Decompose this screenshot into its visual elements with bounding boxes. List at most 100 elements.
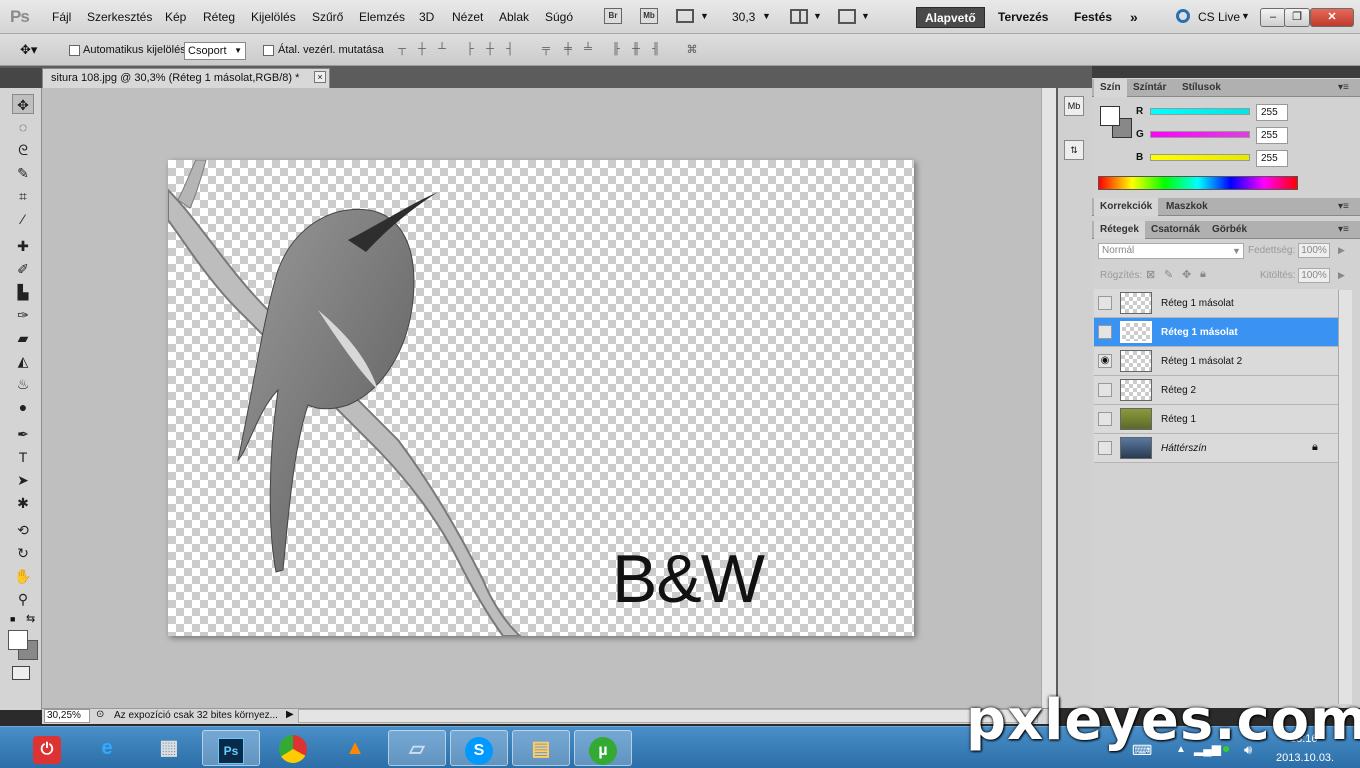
vlc-icon[interactable]: ▲	[326, 730, 384, 766]
tab-styles[interactable]: Stílusok	[1176, 79, 1227, 97]
workspace-design-button[interactable]: Tervezés	[990, 7, 1056, 28]
visibility-toggle[interactable]	[1098, 383, 1112, 397]
lock-transparent-icon[interactable]: ⊠	[1146, 268, 1155, 281]
chevron-down-icon[interactable]: ▼	[762, 11, 771, 21]
menu-window[interactable]: Ablak	[499, 10, 529, 24]
transform-controls-checkbox[interactable]	[263, 45, 274, 56]
opacity-input[interactable]: 100%	[1298, 243, 1330, 258]
align-left-icon[interactable]: ├	[462, 43, 478, 57]
blue-value-input[interactable]: 255	[1256, 150, 1288, 167]
chevron-down-icon[interactable]: ▼	[813, 11, 822, 21]
menu-3d[interactable]: 3D	[419, 10, 434, 24]
type-tool-icon[interactable]: T	[12, 447, 34, 467]
eye-icon[interactable]: ◉	[1098, 354, 1112, 368]
power-icon[interactable]: ⏻	[18, 730, 76, 766]
chevron-down-icon[interactable]: ▼	[1241, 11, 1250, 21]
align-hcenter-icon[interactable]: ┼	[482, 43, 498, 57]
align-bottom-icon[interactable]: ┴	[434, 43, 450, 57]
document-canvas[interactable]: B&W	[168, 160, 914, 636]
marquee-tool-icon[interactable]: ◌	[12, 117, 34, 137]
tab-adjustments[interactable]: Korrekciók	[1094, 198, 1159, 216]
lock-position-icon[interactable]: ✥	[1182, 268, 1191, 281]
panel-menu-icon[interactable]: ▾≡	[1338, 82, 1349, 93]
chevron-down-icon[interactable]: ▼	[700, 11, 709, 21]
menu-file[interactable]: Fájl	[52, 10, 71, 24]
shape-tool-icon[interactable]: ✱	[12, 493, 34, 513]
minimize-button[interactable]: –	[1260, 8, 1286, 27]
chevron-down-icon[interactable]: ▼	[861, 11, 870, 21]
close-document-icon[interactable]: ×	[314, 71, 326, 83]
skype-icon[interactable]: S	[450, 730, 508, 766]
path-select-tool-icon[interactable]: ➤	[12, 470, 34, 490]
cs-live-button[interactable]: CS Live	[1198, 10, 1240, 24]
visibility-toggle[interactable]	[1098, 412, 1112, 426]
move-tool-icon[interactable]: ✥	[12, 94, 34, 114]
clone-stamp-tool-icon[interactable]: ▙	[12, 282, 34, 302]
tab-curves[interactable]: Görbék	[1206, 221, 1253, 239]
panel-menu-icon[interactable]: ▾≡	[1338, 201, 1349, 212]
tab-layers[interactable]: Rétegek	[1094, 221, 1145, 239]
eraser-tool-icon[interactable]: ▰	[12, 328, 34, 348]
history-brush-tool-icon[interactable]: ✑	[12, 305, 34, 325]
clock-date[interactable]: 2013.10.03.	[1276, 752, 1334, 764]
fill-arrow-icon[interactable]: ▶	[1338, 270, 1345, 281]
menu-view[interactable]: Nézet	[452, 10, 483, 24]
lasso-tool-icon[interactable]: ᘓ	[12, 140, 34, 160]
dodge-tool-icon[interactable]: ●	[12, 397, 34, 417]
status-info-icon[interactable]: ⊙	[96, 709, 104, 720]
hand-tool-icon[interactable]: ✋	[12, 566, 34, 586]
minibridge-icon[interactable]: Mb	[640, 8, 658, 24]
red-slider[interactable]	[1150, 108, 1250, 115]
vertical-scrollbar[interactable]	[1041, 88, 1056, 708]
more-workspaces-icon[interactable]: »	[1130, 9, 1138, 25]
3d-rotate-tool-icon[interactable]: ⟲	[12, 520, 34, 540]
minibridge-panel-icon[interactable]: Mb	[1064, 96, 1084, 116]
distribute-top-icon[interactable]: ╤	[538, 43, 554, 57]
ie-icon[interactable]: e	[78, 730, 136, 766]
auto-select-dropdown[interactable]: Csoport ▼	[184, 42, 246, 60]
screen-mode-icon[interactable]	[838, 9, 856, 24]
close-button[interactable]: ✕	[1310, 8, 1354, 27]
cs-live-icon[interactable]	[1176, 9, 1190, 23]
move-tool-preset-icon[interactable]: ✥▾	[20, 42, 37, 58]
notes-icon[interactable]: ▱	[388, 730, 446, 766]
visibility-toggle[interactable]	[1098, 325, 1112, 339]
tab-swatches[interactable]: Színtár	[1127, 79, 1172, 97]
menu-filter[interactable]: Szűrő	[312, 10, 343, 24]
foreground-color-swatch[interactable]	[8, 630, 28, 650]
history-panel-icon[interactable]: ⇅	[1064, 140, 1084, 160]
blur-tool-icon[interactable]: ♨	[12, 374, 34, 394]
fill-input[interactable]: 100%	[1298, 268, 1330, 283]
crop-tool-icon[interactable]: ⌗	[12, 186, 34, 206]
align-vcenter-icon[interactable]: ┼	[414, 43, 430, 57]
workspace-essentials-button[interactable]: Alapvető	[916, 7, 985, 28]
quick-select-tool-icon[interactable]: ✎	[12, 163, 34, 183]
menu-image[interactable]: Kép	[165, 10, 186, 24]
workspace-painting-button[interactable]: Festés	[1066, 7, 1120, 28]
blend-mode-dropdown[interactable]: Normál	[1098, 243, 1244, 259]
distribute-right-icon[interactable]: ╢	[648, 43, 664, 57]
color-spectrum-bar[interactable]	[1098, 176, 1298, 190]
horizontal-scrollbar[interactable]	[298, 709, 1038, 723]
layers-scrollbar[interactable]	[1338, 290, 1352, 704]
menu-analysis[interactable]: Elemzés	[359, 10, 405, 24]
default-colors-icon[interactable]: ■	[10, 614, 15, 624]
distribute-hcenter-icon[interactable]: ╫	[628, 43, 644, 57]
bridge-icon[interactable]: Br	[604, 8, 622, 24]
red-value-input[interactable]: 255	[1256, 104, 1288, 121]
extras-icon[interactable]	[676, 9, 694, 23]
arrange-documents-icon[interactable]	[790, 9, 808, 24]
menu-edit[interactable]: Szerkesztés	[87, 10, 152, 24]
healing-brush-tool-icon[interactable]: ✚	[12, 236, 34, 256]
menu-help[interactable]: Súgó	[545, 10, 573, 24]
chevron-down-icon[interactable]: ▼	[1232, 246, 1241, 256]
utorrent-icon[interactable]: µ	[574, 730, 632, 766]
zoom-input[interactable]: 30,25%	[44, 709, 90, 723]
tab-channels[interactable]: Csatornák	[1145, 221, 1206, 239]
opacity-arrow-icon[interactable]: ▶	[1338, 245, 1345, 256]
document-tab[interactable]: situra 108.jpg @ 30,3% (Réteg 1 másolat,…	[42, 68, 330, 88]
panel-menu-icon[interactable]: ▾≡	[1338, 224, 1349, 235]
explorer-icon[interactable]: ▤	[512, 730, 570, 766]
status-menu-arrow-icon[interactable]: ▶	[286, 709, 294, 720]
tab-masks[interactable]: Maszkok	[1160, 198, 1214, 216]
